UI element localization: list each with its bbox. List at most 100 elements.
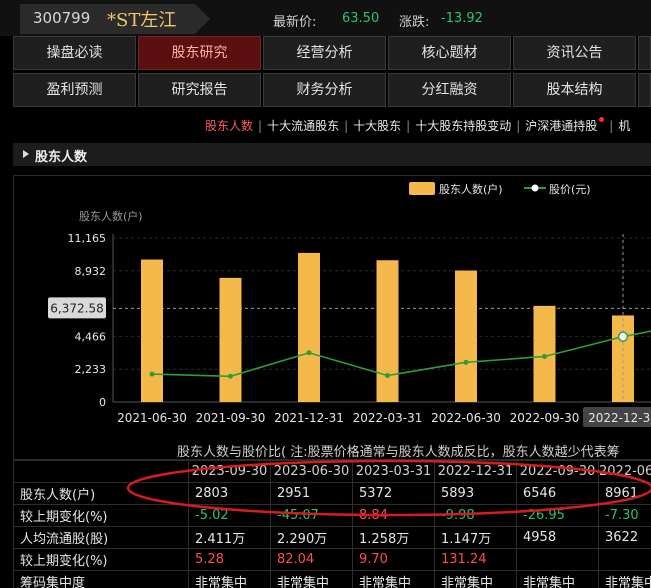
row-label: 人均流通股(股) (13, 526, 189, 549)
shareholder-table: 2023-09-30 2023-06-30 2023-03-31 2022-12-31… (13, 460, 651, 588)
subtab-hk-connect[interactable]: 沪深港通持股 (525, 119, 597, 133)
table-cell: 非常集中 (188, 570, 271, 588)
nav-item[interactable]: 股本结构 (513, 73, 636, 107)
subtab-shareholder-count[interactable]: 股东人数 (205, 119, 253, 133)
table-cell: 1.147万 (434, 526, 517, 549)
table-cell: 9.70 (352, 548, 435, 571)
nav-grid: 操盘必读 股东研究 经营分析 核心题材 资讯公告 盈利预测 研究报告 财务分析 … (13, 36, 651, 108)
legend-line-label: 股价(元) (549, 183, 591, 196)
table-cell: 非常集中 (352, 570, 435, 588)
table-cell: 非常集中 (516, 570, 599, 588)
table-row: 人均流通股(股) 2.411万 2.290万 1.258万 1.147万 4958 3622 (13, 526, 651, 549)
column-header-date: 2022-09-30 (516, 460, 599, 483)
nav-item[interactable]: 经营分析 (263, 36, 386, 70)
y-axis-label: 股东人数(户) (79, 209, 143, 223)
legend-bar-swatch (409, 182, 435, 195)
table-row: 筹码集中度非常集中非常集中非常集中非常集中非常集中非常集中 (13, 570, 651, 588)
sub-tab-bar: 股东人数 | 十大流通股东 | 十大股东 | 十大股东持股变动 | 沪深港通持股 | 机 (205, 117, 630, 134)
table-cell: 82.04 (270, 548, 353, 571)
y-tick-label: 2,233 (75, 363, 107, 376)
nav-item[interactable]: 研究报告 (138, 73, 261, 107)
subtab-top10-change[interactable]: 十大股东持股变动 (415, 119, 511, 133)
price-point (617, 331, 629, 342)
nav-item[interactable]: 核心题材 (388, 36, 511, 70)
row-label: 筹码集中度 (13, 570, 189, 588)
table-header-row: 2023-09-30 2023-06-30 2023-03-31 2022-12-31… (13, 460, 651, 483)
table-cell: 非常集中 (434, 570, 517, 588)
table-cell (598, 548, 651, 571)
table-cell: 非常集中 (270, 570, 353, 588)
latest-price: 63.50 (342, 11, 380, 26)
table-cell: -5.02 (188, 504, 271, 527)
section-title: 股东人数 (35, 150, 88, 165)
table-cell: 5.28 (188, 548, 271, 571)
price-point (385, 373, 390, 379)
bar (219, 277, 242, 402)
nav-item[interactable]: 分红融资 (388, 73, 511, 107)
legend-bar-label: 股东人数(户) (439, 182, 503, 196)
y-tick-label: 8,932 (75, 265, 107, 278)
bar (376, 260, 399, 402)
nav-item[interactable]: 财务分析 (263, 73, 386, 107)
section-header[interactable]: 股东人数 (13, 143, 651, 166)
price-label: 最新价: (273, 15, 317, 30)
table-cell: -45.07 (270, 504, 353, 527)
separator: | (516, 119, 521, 133)
price-point (463, 359, 469, 365)
subtab-top10[interactable]: 十大股东 (353, 119, 401, 133)
table-cell: 5893 (434, 482, 517, 505)
table-cell: 非常集中 (598, 570, 651, 588)
bar (455, 270, 477, 402)
nav-item[interactable]: 盈利预测 (13, 73, 136, 107)
stock-code: 300799 (33, 9, 91, 27)
price-point (228, 373, 233, 379)
legend-line-marker (531, 184, 539, 192)
bar (298, 252, 320, 402)
table-cell: 4958 (516, 526, 599, 549)
table-cell: 2.411万 (188, 526, 271, 549)
y-tick-label: 0 (99, 396, 106, 409)
column-header-date: 2022-06 (598, 460, 651, 483)
table-cell: 2951 (270, 482, 353, 505)
y-tick-label: 4,466 (75, 330, 107, 343)
nav-item[interactable]: 操盘必读 (13, 36, 136, 70)
bar (612, 315, 634, 402)
nav-item[interactable]: 资讯公告 (513, 36, 636, 70)
header-blank (13, 460, 189, 483)
x-tick-label: 2021-06-30 (117, 411, 187, 425)
x-tick-label: 2021-09-30 (196, 411, 266, 425)
table-cell (516, 548, 599, 571)
table-row: 股东人数(户) 2803 2951 5372 5893 6546 8961 (13, 482, 651, 505)
y-tick-label: 11,165 (68, 232, 107, 245)
table-cell: 8.84 (352, 504, 435, 527)
table-cell: -7.30 (598, 504, 651, 527)
table-cell: 2.290万 (270, 526, 353, 549)
nav-item-overflow[interactable] (638, 73, 651, 107)
subtab-more[interactable]: 机 (618, 119, 630, 133)
row-label: 较上期变化(%) (13, 548, 189, 571)
separator: | (258, 119, 263, 133)
separator: | (344, 119, 349, 133)
new-dot-icon (599, 117, 605, 122)
change-label: 涨跌: (399, 15, 430, 30)
quote-bar: 300799 *ST左江 最新价: 63.50 涨跌: -13.92 (0, 0, 651, 36)
x-tick-label: 2022-12-31 (588, 411, 651, 425)
shareholder-chart: 股东人数(户) 股价(元) 股东人数(户) 11,165 8,932 4,466 2,233… (13, 175, 651, 460)
table-cell: -9.98 (434, 504, 517, 527)
table-cell: 2803 (188, 482, 271, 505)
nav-item-active[interactable]: 股东研究 (138, 36, 261, 70)
price-change: -13.92 (441, 11, 483, 26)
x-tick-label: 2022-09-30 (510, 411, 580, 425)
bar (141, 259, 163, 402)
column-header-date: 2023-09-30 (188, 460, 271, 483)
nav-item-overflow[interactable] (638, 36, 651, 70)
table-cell: 1.258万 (352, 526, 435, 549)
row-label: 较上期变化(%) (13, 504, 189, 527)
x-tick-label: 2022-06-30 (431, 411, 501, 425)
separator: | (406, 119, 411, 133)
caret-right-icon (23, 150, 29, 158)
table-cell: 5372 (352, 482, 435, 505)
column-header-date: 2023-03-31 (352, 460, 435, 483)
price-point (542, 353, 547, 359)
subtab-top10-float[interactable]: 十大流通股东 (267, 119, 339, 133)
